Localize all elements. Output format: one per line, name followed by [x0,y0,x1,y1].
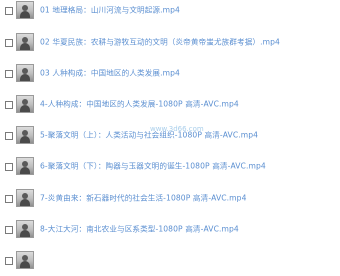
checkbox[interactable] [5,162,13,171]
checkbox[interactable] [5,38,13,47]
file-name[interactable]: 7-炎黄由来：新石器时代的社会生活-1080P 高清-AVC.mp4 [40,192,247,203]
video-thumbnail-icon [16,94,34,113]
video-thumbnail-icon [16,188,34,207]
checkbox[interactable] [5,131,13,140]
file-name[interactable]: 02 华夏民族：农耕与游牧互动的文明（炎帝黄帝蚩尤族群考据）.mp4 [40,36,280,47]
checkbox[interactable] [5,194,13,203]
list-item[interactable]: 6-聚落文明（下）：陶器与玉器文明的诞生-1080P 高清-AVC.mp4 [0,149,340,182]
list-item[interactable]: 4-人种构成：中国地区的人类发展-1080P 高清-AVC.mp4 [0,87,340,120]
file-name[interactable]: 5-聚落文明（上）：人类活动与社会组织-1080P 高清-AVC.mp4 [40,129,258,140]
file-name[interactable]: 6-聚落文明（下）：陶器与玉器文明的诞生-1080P 高清-AVC.mp4 [40,160,266,171]
video-thumbnail-icon [16,219,34,238]
checkbox[interactable] [5,69,13,78]
video-thumbnail-icon [16,0,34,19]
file-name[interactable]: 4-人种构成：中国地区的人类发展-1080P 高清-AVC.mp4 [40,98,239,109]
file-name[interactable]: 01 地理格局：山川河流与文明起源.mp4 [40,4,180,15]
list-item[interactable]: 02 华夏民族：农耕与游牧互动的文明（炎帝黄帝蚩尤族群考据）.mp4 [0,25,340,58]
list-item[interactable] [0,243,340,276]
checkbox[interactable] [5,256,13,265]
file-name[interactable]: 03 人种构成：中国地区的人类发展.mp4 [40,67,180,78]
video-thumbnail-icon [16,250,34,269]
video-thumbnail-icon [16,156,34,175]
checkbox[interactable] [5,225,13,234]
checkbox[interactable] [5,6,13,15]
video-thumbnail-icon [16,63,34,82]
list-item[interactable]: 7-炎黄由来：新石器时代的社会生活-1080P 高清-AVC.mp4 [0,181,340,214]
video-thumbnail-icon [16,125,34,144]
file-name[interactable]: 8-大江大河：南北农业与区系类型-1080P 高清-AVC.mp4 [40,223,239,234]
list-item[interactable]: 8-大江大河：南北农业与区系类型-1080P 高清-AVC.mp4 [0,212,340,245]
checkbox[interactable] [5,100,13,109]
video-thumbnail-icon [16,32,34,51]
list-item[interactable]: 01 地理格局：山川河流与文明起源.mp4 [0,0,340,26]
list-item[interactable]: 03 人种构成：中国地区的人类发展.mp4 [0,56,340,89]
list-item[interactable]: 5-聚落文明（上）：人类活动与社会组织-1080P 高清-AVC.mp4 [0,118,340,151]
